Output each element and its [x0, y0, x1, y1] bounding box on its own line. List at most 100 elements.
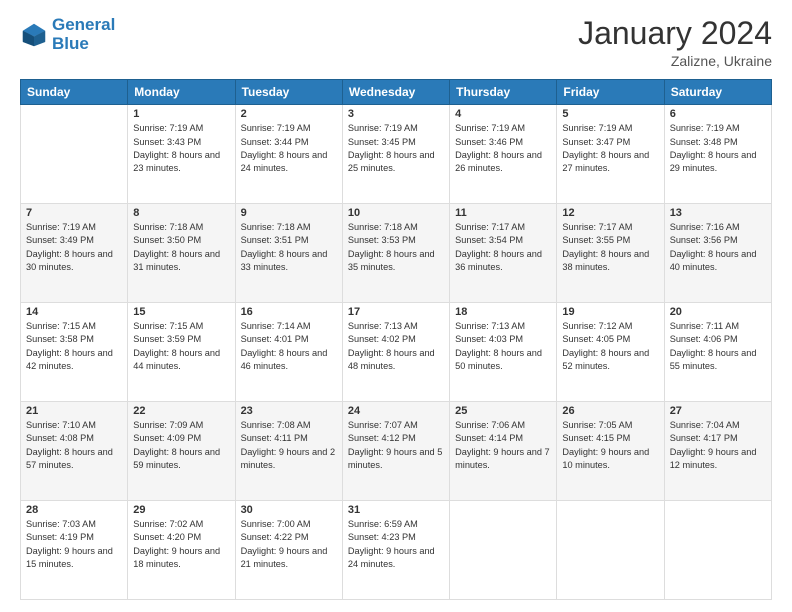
daylight-text: Daylight: 9 hours and 18 minutes. — [133, 546, 220, 569]
sunrise-text: Sunrise: 7:08 AM — [241, 420, 311, 430]
day-info: Sunrise: 7:07 AM Sunset: 4:12 PM Dayligh… — [348, 419, 444, 472]
sunset-text: Sunset: 3:54 PM — [455, 235, 523, 245]
table-row: 27 Sunrise: 7:04 AM Sunset: 4:17 PM Dayl… — [664, 402, 771, 501]
day-info: Sunrise: 7:18 AM Sunset: 3:53 PM Dayligh… — [348, 221, 444, 274]
daylight-text: Daylight: 9 hours and 2 minutes. — [241, 447, 336, 470]
day-number: 2 — [241, 108, 337, 120]
day-number: 20 — [670, 306, 766, 318]
table-row: 3 Sunrise: 7:19 AM Sunset: 3:45 PM Dayli… — [342, 105, 449, 204]
table-row: 26 Sunrise: 7:05 AM Sunset: 4:15 PM Dayl… — [557, 402, 664, 501]
sunrise-text: Sunrise: 7:07 AM — [348, 420, 418, 430]
sunrise-text: Sunrise: 7:18 AM — [133, 222, 203, 232]
day-number: 8 — [133, 207, 229, 219]
day-info: Sunrise: 7:19 AM Sunset: 3:49 PM Dayligh… — [26, 221, 122, 274]
sunrise-text: Sunrise: 7:17 AM — [562, 222, 632, 232]
daylight-text: Daylight: 9 hours and 21 minutes. — [241, 546, 328, 569]
day-info: Sunrise: 7:16 AM Sunset: 3:56 PM Dayligh… — [670, 221, 766, 274]
sunset-text: Sunset: 4:15 PM — [562, 433, 630, 443]
sunrise-text: Sunrise: 7:02 AM — [133, 519, 203, 529]
sunrise-text: Sunrise: 7:19 AM — [455, 123, 525, 133]
day-info: Sunrise: 7:19 AM Sunset: 3:44 PM Dayligh… — [241, 122, 337, 175]
sunset-text: Sunset: 4:14 PM — [455, 433, 523, 443]
daylight-text: Daylight: 8 hours and 42 minutes. — [26, 348, 113, 371]
sunset-text: Sunset: 3:51 PM — [241, 235, 309, 245]
logo: General Blue — [20, 16, 115, 53]
day-number: 1 — [133, 108, 229, 120]
day-info: Sunrise: 7:10 AM Sunset: 4:08 PM Dayligh… — [26, 419, 122, 472]
daylight-text: Daylight: 8 hours and 46 minutes. — [241, 348, 328, 371]
sunrise-text: Sunrise: 7:12 AM — [562, 321, 632, 331]
sunrise-text: Sunrise: 7:19 AM — [26, 222, 96, 232]
daylight-text: Daylight: 8 hours and 23 minutes. — [133, 150, 220, 173]
day-number: 22 — [133, 405, 229, 417]
table-row: 11 Sunrise: 7:17 AM Sunset: 3:54 PM Dayl… — [450, 204, 557, 303]
table-row: 24 Sunrise: 7:07 AM Sunset: 4:12 PM Dayl… — [342, 402, 449, 501]
daylight-text: Daylight: 8 hours and 59 minutes. — [133, 447, 220, 470]
sunset-text: Sunset: 3:48 PM — [670, 137, 738, 147]
day-info: Sunrise: 7:19 AM Sunset: 3:43 PM Dayligh… — [133, 122, 229, 175]
day-info: Sunrise: 7:15 AM Sunset: 3:59 PM Dayligh… — [133, 320, 229, 373]
table-row: 12 Sunrise: 7:17 AM Sunset: 3:55 PM Dayl… — [557, 204, 664, 303]
table-row: 29 Sunrise: 7:02 AM Sunset: 4:20 PM Dayl… — [128, 501, 235, 600]
sunrise-text: Sunrise: 7:15 AM — [26, 321, 96, 331]
table-row: 14 Sunrise: 7:15 AM Sunset: 3:58 PM Dayl… — [21, 303, 128, 402]
day-info: Sunrise: 7:14 AM Sunset: 4:01 PM Dayligh… — [241, 320, 337, 373]
sunrise-text: Sunrise: 7:19 AM — [241, 123, 311, 133]
daylight-text: Daylight: 8 hours and 24 minutes. — [241, 150, 328, 173]
table-row: 18 Sunrise: 7:13 AM Sunset: 4:03 PM Dayl… — [450, 303, 557, 402]
logo-icon — [20, 21, 48, 49]
table-row: 10 Sunrise: 7:18 AM Sunset: 3:53 PM Dayl… — [342, 204, 449, 303]
day-info: Sunrise: 7:17 AM Sunset: 3:55 PM Dayligh… — [562, 221, 658, 274]
day-info: Sunrise: 7:18 AM Sunset: 3:51 PM Dayligh… — [241, 221, 337, 274]
sunset-text: Sunset: 4:19 PM — [26, 532, 94, 542]
table-row: 21 Sunrise: 7:10 AM Sunset: 4:08 PM Dayl… — [21, 402, 128, 501]
table-row: 28 Sunrise: 7:03 AM Sunset: 4:19 PM Dayl… — [21, 501, 128, 600]
daylight-text: Daylight: 9 hours and 5 minutes. — [348, 447, 443, 470]
day-info: Sunrise: 7:17 AM Sunset: 3:54 PM Dayligh… — [455, 221, 551, 274]
day-info: Sunrise: 7:04 AM Sunset: 4:17 PM Dayligh… — [670, 419, 766, 472]
day-number: 31 — [348, 504, 444, 516]
table-row: 6 Sunrise: 7:19 AM Sunset: 3:48 PM Dayli… — [664, 105, 771, 204]
table-row: 8 Sunrise: 7:18 AM Sunset: 3:50 PM Dayli… — [128, 204, 235, 303]
title-block: January 2024 Zalizne, Ukraine — [578, 16, 772, 69]
sunset-text: Sunset: 3:50 PM — [133, 235, 201, 245]
day-number: 11 — [455, 207, 551, 219]
daylight-text: Daylight: 9 hours and 7 minutes. — [455, 447, 550, 470]
table-row: 13 Sunrise: 7:16 AM Sunset: 3:56 PM Dayl… — [664, 204, 771, 303]
sunset-text: Sunset: 4:23 PM — [348, 532, 416, 542]
day-number: 9 — [241, 207, 337, 219]
daylight-text: Daylight: 9 hours and 15 minutes. — [26, 546, 113, 569]
sunrise-text: Sunrise: 7:18 AM — [241, 222, 311, 232]
sunset-text: Sunset: 4:03 PM — [455, 334, 523, 344]
day-number: 29 — [133, 504, 229, 516]
table-row: 19 Sunrise: 7:12 AM Sunset: 4:05 PM Dayl… — [557, 303, 664, 402]
daylight-text: Daylight: 8 hours and 38 minutes. — [562, 249, 649, 272]
table-row: 2 Sunrise: 7:19 AM Sunset: 3:44 PM Dayli… — [235, 105, 342, 204]
day-info: Sunrise: 7:02 AM Sunset: 4:20 PM Dayligh… — [133, 518, 229, 571]
day-number: 30 — [241, 504, 337, 516]
month-title: January 2024 — [578, 16, 772, 51]
daylight-text: Daylight: 9 hours and 12 minutes. — [670, 447, 757, 470]
sunset-text: Sunset: 4:09 PM — [133, 433, 201, 443]
daylight-text: Daylight: 8 hours and 36 minutes. — [455, 249, 542, 272]
table-row: 1 Sunrise: 7:19 AM Sunset: 3:43 PM Dayli… — [128, 105, 235, 204]
table-row: 17 Sunrise: 7:13 AM Sunset: 4:02 PM Dayl… — [342, 303, 449, 402]
day-info: Sunrise: 7:00 AM Sunset: 4:22 PM Dayligh… — [241, 518, 337, 571]
sunset-text: Sunset: 3:45 PM — [348, 137, 416, 147]
day-number: 17 — [348, 306, 444, 318]
daylight-text: Daylight: 8 hours and 26 minutes. — [455, 150, 542, 173]
table-row: 30 Sunrise: 7:00 AM Sunset: 4:22 PM Dayl… — [235, 501, 342, 600]
day-number: 27 — [670, 405, 766, 417]
day-number: 18 — [455, 306, 551, 318]
day-info: Sunrise: 7:19 AM Sunset: 3:47 PM Dayligh… — [562, 122, 658, 175]
daylight-text: Daylight: 8 hours and 25 minutes. — [348, 150, 435, 173]
table-row: 5 Sunrise: 7:19 AM Sunset: 3:47 PM Dayli… — [557, 105, 664, 204]
sunrise-text: Sunrise: 7:06 AM — [455, 420, 525, 430]
day-info: Sunrise: 7:08 AM Sunset: 4:11 PM Dayligh… — [241, 419, 337, 472]
sunrise-text: Sunrise: 7:13 AM — [348, 321, 418, 331]
day-info: Sunrise: 7:19 AM Sunset: 3:48 PM Dayligh… — [670, 122, 766, 175]
table-row: 25 Sunrise: 7:06 AM Sunset: 4:14 PM Dayl… — [450, 402, 557, 501]
table-row: 7 Sunrise: 7:19 AM Sunset: 3:49 PM Dayli… — [21, 204, 128, 303]
day-number: 4 — [455, 108, 551, 120]
day-number: 3 — [348, 108, 444, 120]
